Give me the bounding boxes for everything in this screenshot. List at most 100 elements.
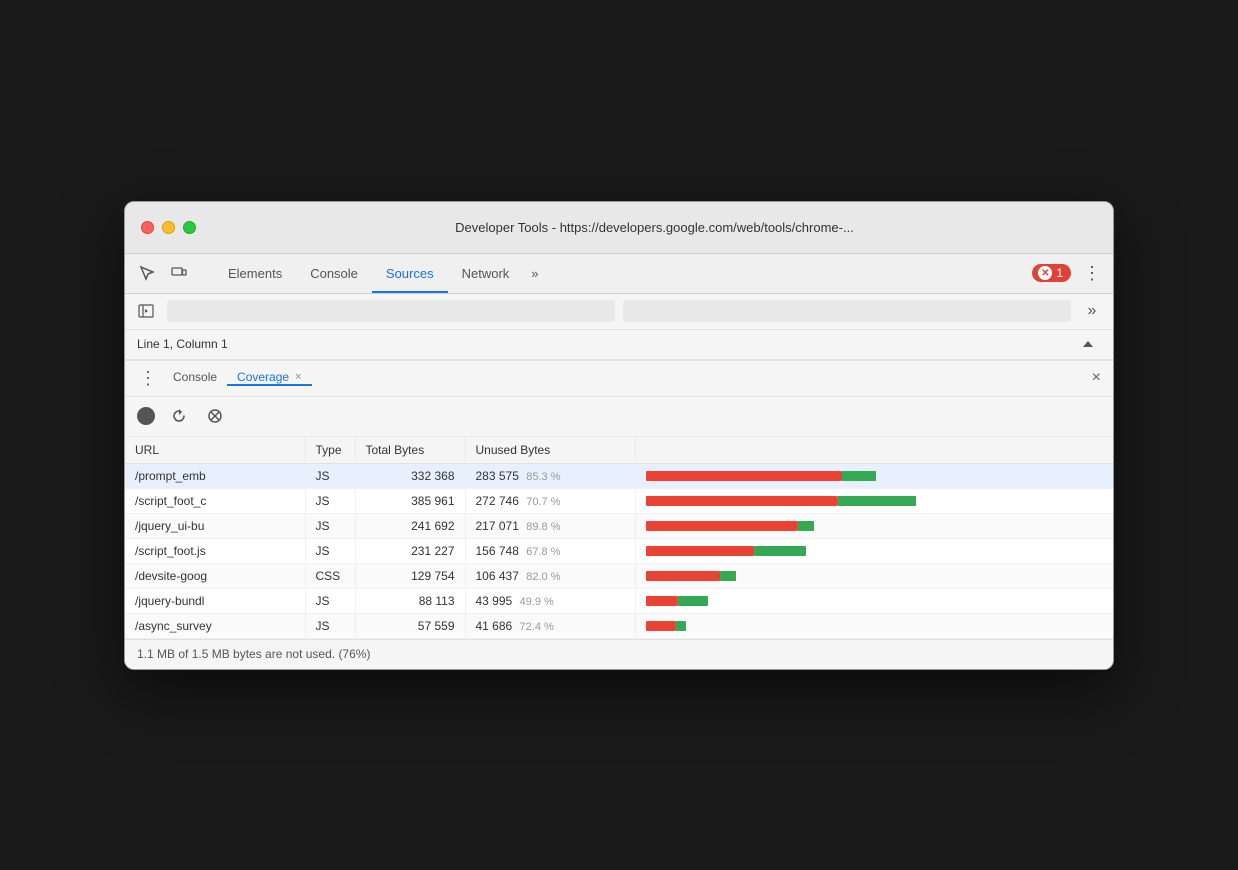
cell-type: JS: [305, 613, 355, 638]
minimize-button[interactable]: [162, 221, 175, 234]
record-coverage-button[interactable]: [137, 407, 155, 425]
status-bar-right: [1075, 331, 1101, 357]
window-title: Developer Tools - https://developers.goo…: [212, 220, 1097, 235]
cell-unused: 106 437 82.0 %: [465, 563, 635, 588]
usage-bar: [646, 471, 1104, 481]
cell-type: JS: [305, 513, 355, 538]
reload-coverage-button[interactable]: [167, 404, 191, 428]
used-bar-segment: [842, 471, 876, 481]
cell-type: JS: [305, 463, 355, 488]
table-row[interactable]: /script_foot.js JS 231 227 156 748 67.8 …: [125, 538, 1113, 563]
unused-bar-segment: [646, 621, 675, 631]
sources-toolbar: »: [125, 294, 1113, 330]
maximize-button[interactable]: [183, 221, 196, 234]
tab-bar: Elements Console Sources Network » ✕ 1 ⋮: [125, 254, 1113, 294]
unused-percent: 85.3 %: [526, 471, 560, 483]
unused-bytes: 272 746: [476, 494, 519, 508]
cell-bar: [635, 588, 1113, 613]
coverage-footer: 1.1 MB of 1.5 MB bytes are not used. (76…: [125, 639, 1113, 669]
drawer-menu-icon[interactable]: ⋮: [133, 368, 163, 389]
tab-bar-right: ✕ 1 ⋮: [1032, 254, 1105, 293]
used-bar-segment: [754, 546, 806, 556]
drawer-tab-console[interactable]: Console: [163, 370, 227, 384]
toggle-sidebar-icon[interactable]: [133, 298, 159, 324]
cell-total: 231 227: [355, 538, 465, 563]
tab-network[interactable]: Network: [448, 254, 524, 293]
usage-bar: [646, 621, 1104, 631]
error-badge[interactable]: ✕ 1: [1032, 264, 1071, 282]
unused-bar-segment: [646, 471, 842, 481]
more-options-button[interactable]: ⋮: [1079, 259, 1105, 288]
cell-bar: [635, 513, 1113, 538]
table-row[interactable]: /prompt_emb JS 332 368 283 575 85.3 %: [125, 463, 1113, 488]
cell-url: /jquery-bundl: [125, 588, 305, 613]
col-header-url: URL: [125, 437, 305, 464]
col-header-type: Type: [305, 437, 355, 464]
cell-unused: 283 575 85.3 %: [465, 463, 635, 488]
cell-type: JS: [305, 588, 355, 613]
coverage-toolbar: [125, 397, 1113, 437]
table-row[interactable]: /jquery-bundl JS 88 113 43 995 49.9 %: [125, 588, 1113, 613]
cell-total: 88 113: [355, 588, 465, 613]
unused-percent: 82.0 %: [526, 571, 560, 583]
table-row[interactable]: /devsite-goog CSS 129 754 106 437 82.0 %: [125, 563, 1113, 588]
cell-total: 385 961: [355, 488, 465, 513]
unused-bar-segment: [646, 596, 677, 606]
cell-url: /prompt_emb: [125, 463, 305, 488]
cell-total: 241 692: [355, 513, 465, 538]
cell-unused: 41 686 72.4 %: [465, 613, 635, 638]
cell-url: /script_foot_c: [125, 488, 305, 513]
usage-bar: [646, 521, 1104, 531]
file-search-input[interactable]: [167, 300, 615, 322]
cell-bar: [635, 563, 1113, 588]
table-row[interactable]: /async_survey JS 57 559 41 686 72.4 %: [125, 613, 1113, 638]
more-tabs-button[interactable]: »: [523, 254, 546, 293]
tab-console[interactable]: Console: [296, 254, 372, 293]
inspect-icon[interactable]: [133, 259, 161, 287]
tab-sources[interactable]: Sources: [372, 254, 448, 293]
close-button[interactable]: [141, 221, 154, 234]
cell-url: /jquery_ui-bu: [125, 513, 305, 538]
unused-bar-segment: [646, 546, 754, 556]
cell-url: /async_survey: [125, 613, 305, 638]
col-header-unused: Unused Bytes: [465, 437, 635, 464]
table-row[interactable]: /jquery_ui-bu JS 241 692 217 071 89.8 %: [125, 513, 1113, 538]
cell-bar: [635, 613, 1113, 638]
unused-bar-segment: [646, 571, 720, 581]
usage-bar: [646, 546, 1104, 556]
cell-bar: [635, 463, 1113, 488]
cell-total: 332 368: [355, 463, 465, 488]
clear-coverage-button[interactable]: [203, 404, 227, 428]
drawer-tab-coverage[interactable]: Coverage ×: [227, 370, 311, 386]
unused-percent: 72.4 %: [520, 621, 554, 633]
unused-bytes: 283 575: [476, 469, 519, 483]
tab-elements[interactable]: Elements: [214, 254, 296, 293]
cell-url: /devsite-goog: [125, 563, 305, 588]
unused-bytes: 156 748: [476, 544, 519, 558]
tab-bar-actions: [133, 254, 206, 293]
table-row[interactable]: /script_foot_c JS 385 961 272 746 70.7 %: [125, 488, 1113, 513]
cell-url: /script_foot.js: [125, 538, 305, 563]
close-coverage-tab-button[interactable]: ×: [295, 371, 301, 383]
cell-total: 57 559: [355, 613, 465, 638]
cell-bar: [635, 538, 1113, 563]
collapse-drawer-icon[interactable]: [1075, 331, 1101, 357]
col-header-total: Total Bytes: [355, 437, 465, 464]
search-input-secondary[interactable]: [623, 300, 1071, 322]
coverage-summary: 1.1 MB of 1.5 MB bytes are not used. (76…: [137, 647, 370, 661]
device-toolbar-icon[interactable]: [165, 259, 193, 287]
status-bar: Line 1, Column 1: [125, 330, 1113, 360]
used-bar-segment: [797, 521, 814, 531]
more-options-secondary-icon[interactable]: »: [1079, 298, 1105, 324]
used-bar-segment: [837, 496, 916, 506]
unused-bytes: 41 686: [476, 619, 513, 633]
unused-percent: 89.8 %: [526, 521, 560, 533]
used-bar-segment: [677, 596, 708, 606]
close-drawer-button[interactable]: ×: [1088, 365, 1105, 391]
cursor-position: Line 1, Column 1: [137, 337, 228, 351]
unused-bytes: 217 071: [476, 519, 519, 533]
coverage-table: URL Type Total Bytes Unused Bytes /promp…: [125, 437, 1113, 639]
unused-bytes: 43 995: [476, 594, 513, 608]
cell-unused: 43 995 49.9 %: [465, 588, 635, 613]
used-bar-segment: [675, 621, 686, 631]
